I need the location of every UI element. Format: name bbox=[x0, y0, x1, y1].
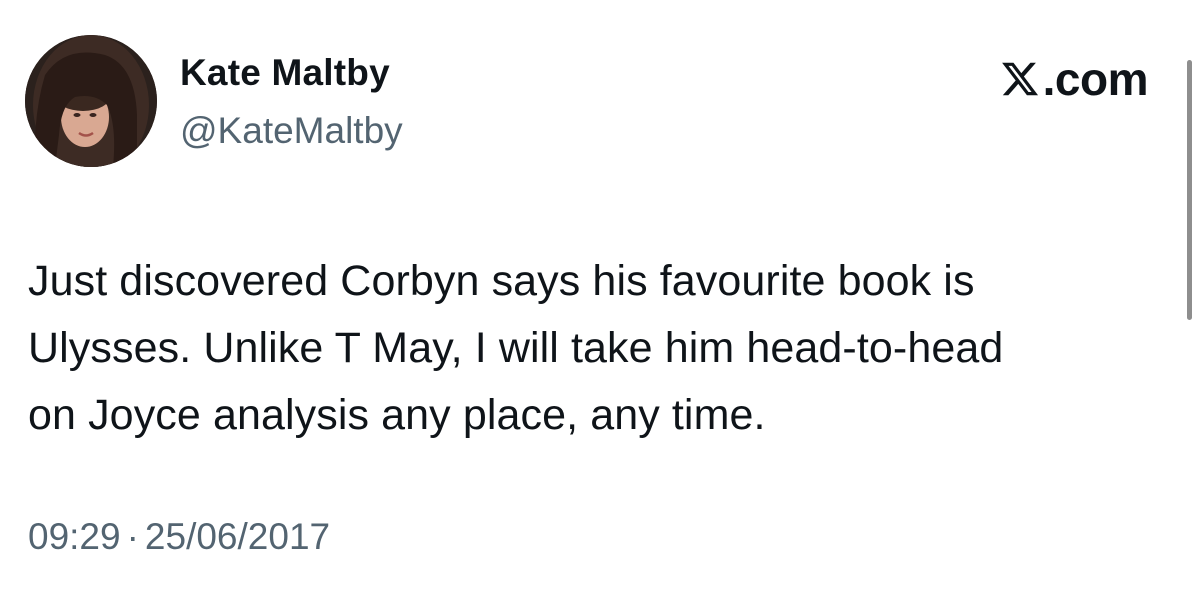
tweet-timestamp[interactable]: 09:29 · 25/06/2017 bbox=[28, 516, 330, 558]
avatar[interactable] bbox=[25, 35, 157, 167]
tweet-card: Kate Maltby @KateMaltby .com Just discov… bbox=[0, 0, 1200, 600]
tweet-time: 09:29 bbox=[28, 516, 121, 557]
scrollbar[interactable] bbox=[1187, 60, 1192, 320]
separator-dot: · bbox=[126, 516, 139, 557]
author-display-name[interactable]: Kate Maltby bbox=[180, 52, 390, 94]
brand-domain-text: .com bbox=[1042, 53, 1149, 105]
tweet-text: Just discovered Corbyn says his favourit… bbox=[28, 257, 1004, 439]
x-brand-logo: .com bbox=[999, 52, 1149, 106]
tweet-date: 25/06/2017 bbox=[144, 516, 331, 557]
x-logo-icon bbox=[1001, 62, 1038, 96]
avatar-image bbox=[25, 35, 157, 167]
author-handle[interactable]: @KateMaltby bbox=[180, 110, 403, 152]
